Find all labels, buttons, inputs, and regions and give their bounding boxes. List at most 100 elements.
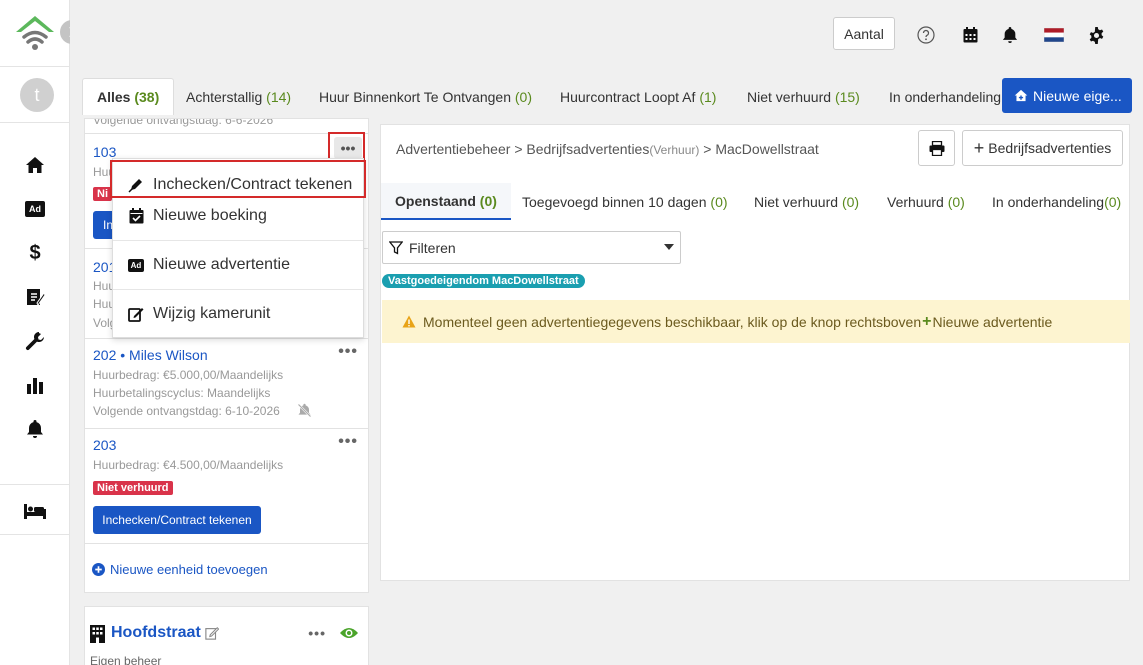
warning-icon <box>402 315 416 328</box>
subtab-verhuurd[interactable]: Verhuurd (0) <box>887 183 965 220</box>
subtab-label: In onderhandeling <box>992 193 1105 210</box>
edit-icon[interactable] <box>205 626 220 640</box>
highlight-box <box>110 160 366 198</box>
print-button[interactable] <box>918 130 955 166</box>
avatar-letter: t <box>34 84 40 105</box>
subtab-label: Toegevoegd binnen 10 dagen <box>522 193 707 210</box>
tab-label: Achterstallig <box>186 88 263 105</box>
notification-bell-icon[interactable] <box>1000 25 1020 45</box>
contract-icon[interactable] <box>24 286 46 308</box>
bar-chart-icon[interactable] <box>24 374 46 396</box>
warning-text: Momenteel geen advertentiegegevens besch… <box>423 313 922 330</box>
avatar[interactable]: t <box>20 78 54 112</box>
subtab-openstaand[interactable]: Openstaand (0) <box>381 183 511 220</box>
property-tag[interactable]: Vastgoedeigendom MacDowellstraat <box>382 274 585 288</box>
subtab-toegevoegd[interactable]: Toegevoegd binnen 10 dagen (0) <box>522 183 728 220</box>
gear-icon[interactable] <box>1086 25 1106 45</box>
language-flag-icon[interactable] <box>1043 25 1065 45</box>
more-options-icon[interactable]: ••• <box>338 433 358 451</box>
menu-item-edit-unit[interactable]: Wijzig kamerunit <box>113 290 363 338</box>
menu-item-new-booking[interactable]: Nieuwe boeking <box>113 192 363 240</box>
tab-label: Alles <box>97 89 131 105</box>
sidebar: t Ad $ <box>0 0 84 665</box>
tab-alles[interactable]: Alles (38) <box>82 78 175 115</box>
checkin-label: Inchecken/Contract tekenen <box>102 513 252 527</box>
new-property-button[interactable]: Nieuwe eige... <box>1002 78 1132 113</box>
building-icon <box>90 625 106 643</box>
bell-off-icon[interactable] <box>297 403 313 419</box>
home-plus-icon <box>1014 89 1028 102</box>
help-icon[interactable] <box>916 25 936 45</box>
tab-in-onderhandeling[interactable]: In onderhandeling <box>889 78 1001 115</box>
plus-circle-icon <box>92 563 105 576</box>
more-options-icon[interactable]: ••• <box>338 343 358 361</box>
subtab-niet-verhuurd[interactable]: Niet verhuurd (0) <box>754 183 859 220</box>
breadcrumb-item[interactable]: Bedrijfsadvertenties <box>526 141 649 157</box>
unit-title[interactable]: 202 • Miles Wilson <box>93 347 208 363</box>
sidebar-divider <box>0 122 70 123</box>
subtab-label: Verhuurd <box>887 193 944 210</box>
menu-item-new-ad[interactable]: Ad Nieuwe advertentie <box>113 241 363 289</box>
unit-title[interactable]: 203 <box>93 437 116 453</box>
home-icon[interactable] <box>24 154 46 176</box>
menu-item-label: Nieuwe advertentie <box>153 256 290 273</box>
property-name[interactable]: Hoofdstraat <box>111 624 201 642</box>
property-management: Eigen beheer <box>90 654 162 665</box>
wrench-icon[interactable] <box>24 330 46 352</box>
tab-achterstallig[interactable]: Achterstallig (14) <box>186 78 291 115</box>
unit-cycle: Huurbetalingscyclus: Maandelijks <box>93 386 271 400</box>
eye-icon[interactable] <box>339 626 359 642</box>
warning-link[interactable]: Nieuwe advertentie <box>932 314 1052 330</box>
menu-item-label: Wijzig kamerunit <box>153 305 271 322</box>
aantal-button[interactable]: Aantal <box>833 17 895 50</box>
tab-count: (38) <box>134 89 160 105</box>
print-icon <box>929 140 944 156</box>
add-unit-link[interactable]: Nieuwe eenheid toevoegen <box>92 562 268 577</box>
breadcrumb-sub: (Verhuur) <box>649 143 700 157</box>
empty-warning: Momenteel geen advertentiegegevens besch… <box>382 300 1130 343</box>
tab-count: (14) <box>266 88 292 105</box>
filter-label: Filteren <box>409 239 456 256</box>
calendar-icon[interactable] <box>960 25 980 45</box>
tab-huurcontract-loopt-af[interactable]: Huurcontract Loopt Af (1) <box>560 78 716 115</box>
breadcrumb: Advertentiebeheer > Bedrijfsadvertenties… <box>396 141 819 157</box>
unit-rent: Huurbedrag: €5.000,00/Maandelijks <box>93 368 284 382</box>
unit-202: 202 • Miles Wilson ••• Huurbedrag: €5.00… <box>85 339 368 429</box>
subtab-count: (0) <box>1104 193 1122 210</box>
menu-item-label: Nieuwe boeking <box>153 207 267 224</box>
top-bar <box>70 0 1143 68</box>
ad-icon[interactable]: Ad <box>24 198 46 220</box>
subtab-in-onderhandeling[interactable]: In onderhandeling (0) <box>992 183 1121 220</box>
logo-icon[interactable] <box>14 12 56 54</box>
breadcrumb-separator: > <box>703 141 712 157</box>
bed-icon[interactable] <box>24 500 46 522</box>
breadcrumb-item[interactable]: Advertentiebeheer <box>396 141 510 157</box>
checkin-button[interactable]: Inchecken/Contract tekenen <box>93 506 261 534</box>
breadcrumb-separator: > <box>514 141 523 157</box>
dollar-icon[interactable]: $ <box>24 242 46 264</box>
tab-niet-verhuurd[interactable]: Niet verhuurd (15) <box>747 78 860 115</box>
tab-label: In onderhandeling <box>889 88 1002 105</box>
caret-down-icon <box>664 244 674 250</box>
tab-count: (15) <box>834 88 860 105</box>
add-company-ad-button[interactable]: + Bedrijfsadvertenties <box>962 130 1123 166</box>
filter-icon <box>389 240 403 255</box>
dollar-icon-glyph: $ <box>29 241 41 264</box>
filter-tabs: Alles (38) Achterstallig (14) Huur Binne… <box>70 68 1143 118</box>
unit-next-date: Volgende ontvangstdag: 6-10-2026 <box>93 404 280 418</box>
unit-rent: Huurbedrag: €4.500,00/Maandelijks <box>93 458 284 472</box>
subtab-label: Niet verhuurd <box>754 193 839 210</box>
bell-icon[interactable] <box>24 418 46 440</box>
tab-huur-binnenkort[interactable]: Huur Binnenkort Te Ontvangen (0) <box>319 78 532 115</box>
ad-icon-label: Ad <box>128 258 144 272</box>
tab-label: Huurcontract Loopt Af <box>560 88 696 105</box>
tab-label: Niet verhuurd <box>747 88 832 105</box>
more-options-icon[interactable]: ••• <box>308 625 326 641</box>
breadcrumb-current: MacDowellstraat <box>715 141 819 157</box>
plus-icon: + <box>922 312 932 330</box>
sidebar-divider <box>0 534 70 535</box>
add-unit-label: Nieuwe eenheid toevoegen <box>110 562 268 577</box>
filter-dropdown[interactable]: Filteren <box>382 231 681 264</box>
tab-count: (0) <box>514 88 532 105</box>
aantal-label: Aantal <box>844 25 884 42</box>
